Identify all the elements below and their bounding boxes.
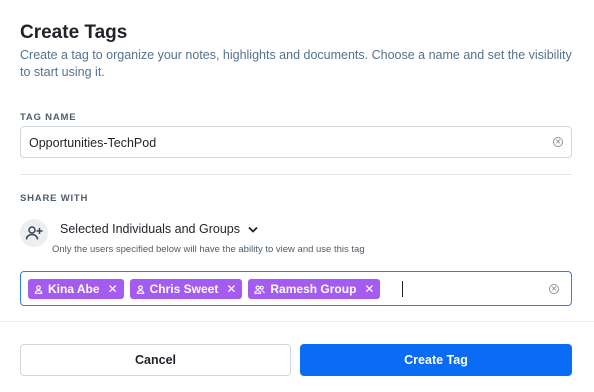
remove-chip-icon[interactable]: ✕ bbox=[108, 282, 118, 296]
clear-circle-icon[interactable]: ✕ bbox=[549, 284, 559, 294]
recipient-chip: Kina Abe ✕ bbox=[28, 279, 124, 299]
group-icon bbox=[254, 285, 266, 294]
create-tag-button[interactable]: Create Tag bbox=[300, 344, 572, 376]
share-recipients-field[interactable]: Kina Abe ✕ Chris Sweet ✕ Ramesh Group ✕ … bbox=[20, 271, 572, 306]
recipient-chips: Kina Abe ✕ Chris Sweet ✕ Ramesh Group ✕ bbox=[28, 279, 381, 299]
tag-name-input[interactable]: Opportunities-TechPod ✕ bbox=[20, 126, 572, 158]
footer-divider bbox=[0, 321, 594, 322]
tag-name-value: Opportunities-TechPod bbox=[29, 136, 157, 150]
person-icon bbox=[136, 284, 144, 294]
dialog-title: Create Tags bbox=[20, 22, 128, 43]
text-caret bbox=[402, 281, 403, 297]
recipient-chip: Chris Sweet ✕ bbox=[129, 279, 243, 299]
recipient-chip-label: Ramesh Group bbox=[270, 282, 357, 296]
dialog-description: Create a tag to organize your notes, hig… bbox=[20, 48, 572, 79]
share-help-text: Only the users specified below will have… bbox=[52, 244, 365, 255]
clear-circle-icon[interactable]: ✕ bbox=[553, 137, 563, 147]
divider bbox=[20, 174, 572, 175]
share-with-label: SHARE WITH bbox=[20, 193, 89, 204]
chevron-down-icon bbox=[248, 226, 258, 233]
tag-name-label: TAG NAME bbox=[20, 112, 77, 123]
recipient-chip-label: Chris Sweet bbox=[149, 282, 219, 296]
add-user-icon bbox=[20, 219, 48, 247]
remove-chip-icon[interactable]: ✕ bbox=[226, 282, 236, 296]
cancel-button[interactable]: Cancel bbox=[20, 344, 291, 376]
remove-chip-icon[interactable]: ✕ bbox=[364, 282, 374, 296]
person-icon bbox=[34, 284, 43, 294]
share-visibility-value: Selected Individuals and Groups bbox=[60, 222, 240, 236]
share-visibility-dropdown[interactable]: Selected Individuals and Groups bbox=[60, 222, 258, 236]
recipient-chip-label: Kina Abe bbox=[48, 282, 100, 296]
recipient-chip: Ramesh Group ✕ bbox=[248, 279, 381, 299]
